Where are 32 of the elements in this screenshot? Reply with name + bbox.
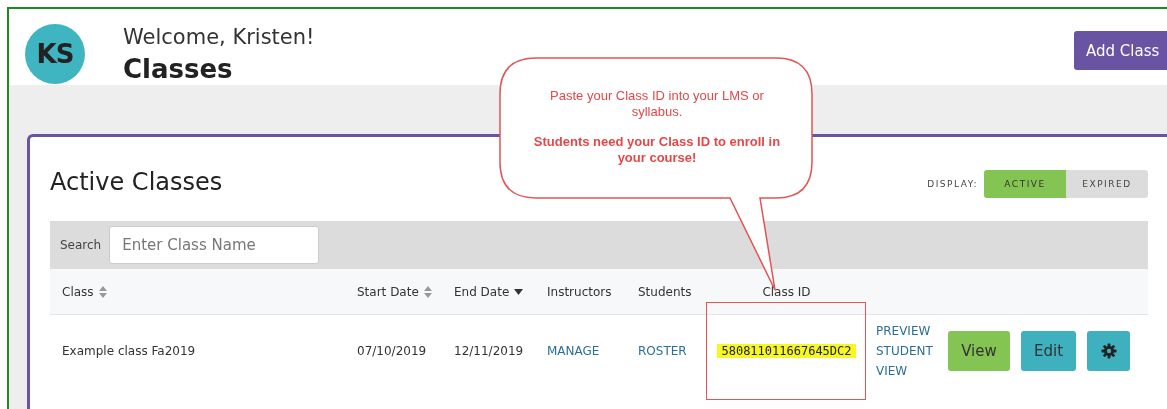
preview-student-view-link[interactable]: PREVIEW STUDENT VIEW [876, 321, 944, 381]
page-title: Classes [123, 53, 234, 85]
column-header[interactable]: Start Date [357, 284, 419, 299]
callout-emphasis: Students need your Class ID to enroll in your course! [532, 134, 782, 166]
roster-link[interactable]: ROSTER [638, 344, 687, 358]
add-class-button[interactable]: Add Class [1074, 31, 1167, 70]
sort-descending-icon[interactable] [514, 288, 524, 295]
column-header[interactable]: End Date [454, 284, 510, 299]
search-field[interactable]: Enter Class Name [109, 226, 320, 264]
welcome-text: Welcome, Kristen! [123, 24, 315, 51]
display-label: DISPLAY: [927, 179, 978, 189]
view-button[interactable]: View [948, 331, 1010, 371]
user-avatar: KS [25, 24, 85, 84]
display-toggle-option[interactable]: ACTIVE [984, 170, 1066, 198]
manage-link[interactable]: MANAGE [547, 344, 600, 358]
class-id: 580811011667645DC2 [717, 344, 856, 358]
column-header[interactable]: Class [62, 284, 94, 299]
column-header[interactable]: Instructors [547, 284, 612, 299]
callout-text: Paste your Class ID into your LMS or syllabus. [549, 88, 765, 120]
card-title: Active Classes [50, 168, 223, 196]
table-cell: 07/10/2019 [357, 344, 427, 358]
column-header[interactable]: Class ID [762, 284, 811, 299]
column-header[interactable]: Students [638, 284, 692, 299]
sort-icon[interactable] [423, 285, 432, 298]
table-cell: Example class Fa2019 [62, 344, 196, 358]
settings-button[interactable] [1087, 331, 1130, 371]
search-label: Search [60, 238, 102, 252]
edit-button[interactable]: Edit [1021, 331, 1076, 371]
sort-icon[interactable] [98, 285, 107, 298]
display-toggle-option[interactable]: EXPIRED [1066, 170, 1148, 198]
settings-icon [1100, 343, 1117, 359]
table-cell: 12/11/2019 [454, 344, 524, 358]
